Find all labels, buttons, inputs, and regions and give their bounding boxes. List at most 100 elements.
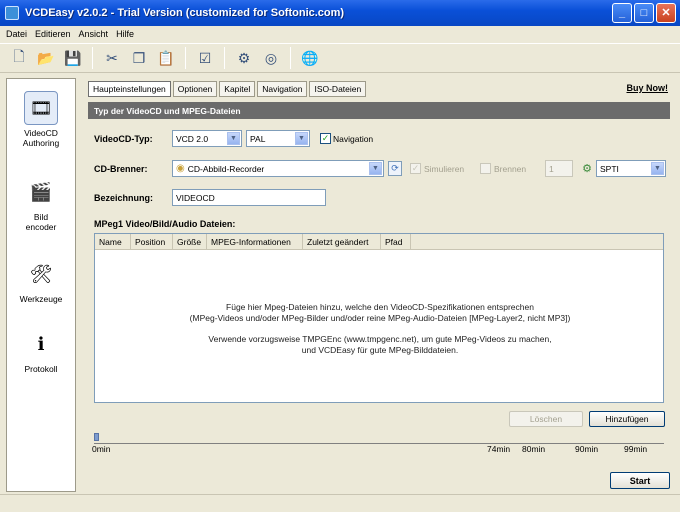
videocd-type-label: VideoCD-Typ:: [94, 134, 153, 144]
recorder-icon: ◉: [176, 163, 185, 174]
tab-optionen[interactable]: Optionen: [172, 81, 218, 97]
nav-protokoll[interactable]: ℹ Protokoll: [7, 327, 75, 375]
nav-videocd-authoring[interactable]: 🎞 VideoCD Authoring: [7, 91, 75, 148]
hint-line: Verwende vorzugsweise TMPGEnc (www.tmpge…: [208, 334, 552, 344]
column-header-path[interactable]: Pfad: [381, 234, 411, 249]
toolbar: 🗋 📂 💾 ✂ ❐ 📋 ☑ ⚙ ◎ 🌐: [0, 43, 680, 73]
menu-ansicht[interactable]: Ansicht: [79, 29, 109, 39]
interface-value: SPTI: [600, 163, 619, 174]
nav-label: Bild: [33, 212, 49, 222]
toolbar-separator: [224, 47, 225, 69]
tab-kapitel[interactable]: Kapitel: [219, 81, 256, 97]
burn-icon[interactable]: ⚙: [233, 47, 255, 69]
speed-spinner[interactable]: 1: [545, 160, 573, 177]
save-icon[interactable]: 💾: [62, 47, 84, 69]
app-icon: [5, 6, 19, 20]
column-header-position[interactable]: Position: [131, 234, 173, 249]
timeline-tick: 90min: [575, 444, 599, 454]
nav-label: Werkzeuge: [19, 294, 63, 304]
chevron-down-icon: ▼: [295, 132, 308, 145]
window-title: VCDEasy v2.0.2 - Trial Version (customiz…: [25, 7, 345, 19]
nav-label: encoder: [25, 222, 57, 232]
status-bar: [0, 494, 680, 512]
tab-strip: Haupteinstellungen Optionen Kapitel Navi…: [88, 81, 367, 97]
check-icon[interactable]: ☑: [194, 47, 216, 69]
timeline-tick: 0min: [92, 444, 111, 454]
menu-editieren[interactable]: Editieren: [35, 29, 71, 39]
timeline-tick: 74min: [487, 444, 511, 454]
videocd-type-select[interactable]: VCD 2.0 ▼: [172, 130, 242, 147]
section-header: Typ der VideoCD und MPEG-Dateien: [88, 102, 670, 119]
toolbar-separator: [290, 47, 291, 69]
menu-bar: Datei Editieren Ansicht Hilfe: [0, 26, 680, 42]
file-list[interactable]: Name Position Größe MPEG-Informationen Z…: [94, 233, 664, 403]
open-icon[interactable]: 📂: [35, 47, 57, 69]
menu-hilfe[interactable]: Hilfe: [116, 29, 134, 39]
hint-line: und VCDEasy für gute MPeg-Bilddateien.: [301, 345, 459, 355]
video-norm-select[interactable]: PAL ▼: [246, 130, 310, 147]
chevron-down-icon: ▼: [227, 132, 240, 145]
toolbar-separator: [92, 47, 93, 69]
hint-line: Füge hier Mpeg-Dateien hinzu, welche den…: [226, 302, 534, 312]
hint-line: (MPeg-Videos und/oder MPeg-Bilder und/od…: [189, 313, 571, 323]
interface-select[interactable]: SPTI ▼: [596, 160, 666, 177]
nav-label: Protokoll: [24, 364, 58, 374]
image-icon: 🎬: [29, 181, 53, 202]
left-nav: 🎞 VideoCD Authoring 🎬 Bild encoder 🛠 Wer…: [6, 78, 76, 492]
menu-datei[interactable]: Datei: [6, 29, 27, 39]
buy-now-link[interactable]: Buy Now!: [627, 83, 669, 93]
videocd-type-value: VCD 2.0: [176, 133, 209, 144]
file-list-title: MPeg1 Video/Bild/Audio Dateien:: [94, 219, 236, 229]
navigation-checkbox-label: Navigation: [333, 134, 374, 144]
cd-burner-value: CD-Abbild-Recorder: [187, 163, 265, 174]
name-input[interactable]: VIDEOCD: [172, 189, 326, 206]
timeline-tick: 80min: [522, 444, 546, 454]
new-icon[interactable]: 🗋: [8, 47, 30, 69]
refresh-icon[interactable]: ⟳: [388, 161, 402, 176]
drive-icon: ⚙: [582, 163, 592, 175]
tab-iso-dateien[interactable]: ISO-Dateien: [309, 81, 367, 97]
film-icon: 🎞: [24, 91, 58, 125]
cd-burner-label: CD-Brenner:: [94, 164, 148, 174]
cut-icon[interactable]: ✂: [101, 47, 123, 69]
file-list-empty-hint: Füge hier Mpeg-Dateien hinzu, welche den…: [95, 302, 665, 356]
capacity-timeline: 0min 74min 80min 90min 99min: [92, 430, 664, 454]
main-panel: Haupteinstellungen Optionen Kapitel Navi…: [84, 78, 674, 470]
tab-haupteinstellungen[interactable]: Haupteinstellungen: [88, 81, 171, 97]
burn-checkbox[interactable]: [480, 163, 491, 174]
cd-burner-select[interactable]: ◉ CD-Abbild-Recorder ▼: [172, 160, 384, 177]
remove-button[interactable]: Löschen: [509, 411, 583, 427]
column-header-name[interactable]: Name: [95, 234, 131, 249]
copy-icon[interactable]: ❐: [128, 47, 150, 69]
tools-icon: 🛠: [29, 263, 53, 284]
add-button[interactable]: Hinzufügen: [589, 411, 665, 427]
name-label: Bezeichnung:: [94, 193, 154, 203]
nav-werkzeuge[interactable]: 🛠 Werkzeuge: [7, 257, 75, 305]
minimize-button[interactable]: _: [612, 3, 632, 23]
chevron-down-icon: ▼: [651, 162, 664, 175]
nav-bild-encoder[interactable]: 🎬 Bild encoder: [7, 175, 75, 233]
simulate-checkbox[interactable]: ✓: [410, 163, 421, 174]
nav-label: VideoCD: [24, 128, 58, 138]
speed-value: 1: [549, 163, 554, 174]
navigation-checkbox[interactable]: ✓: [320, 133, 331, 144]
paste-icon[interactable]: 📋: [155, 47, 177, 69]
close-button[interactable]: ✕: [656, 3, 676, 23]
video-norm-value: PAL: [250, 133, 266, 144]
toolbar-separator: [185, 47, 186, 69]
column-header-modified[interactable]: Zuletzt geändert: [303, 234, 381, 249]
file-list-header: Name Position Größe MPEG-Informationen Z…: [95, 234, 663, 250]
globe-icon[interactable]: 🌐: [299, 47, 321, 69]
start-button[interactable]: Start: [610, 472, 670, 489]
title-bar: VCDEasy v2.0.2 - Trial Version (customiz…: [0, 0, 680, 26]
column-header-size[interactable]: Größe: [173, 234, 207, 249]
tab-navigation[interactable]: Navigation: [257, 81, 308, 97]
disc-icon[interactable]: ◎: [260, 47, 282, 69]
timeline-fill: [94, 433, 99, 441]
log-icon: ℹ: [37, 333, 45, 354]
column-header-mpeg-info[interactable]: MPEG-Informationen: [207, 234, 303, 249]
chevron-down-icon: ▼: [369, 162, 382, 175]
simulate-checkbox-label: Simulieren: [424, 164, 465, 174]
timeline-tick: 99min: [624, 444, 648, 454]
maximize-button[interactable]: □: [634, 3, 654, 23]
